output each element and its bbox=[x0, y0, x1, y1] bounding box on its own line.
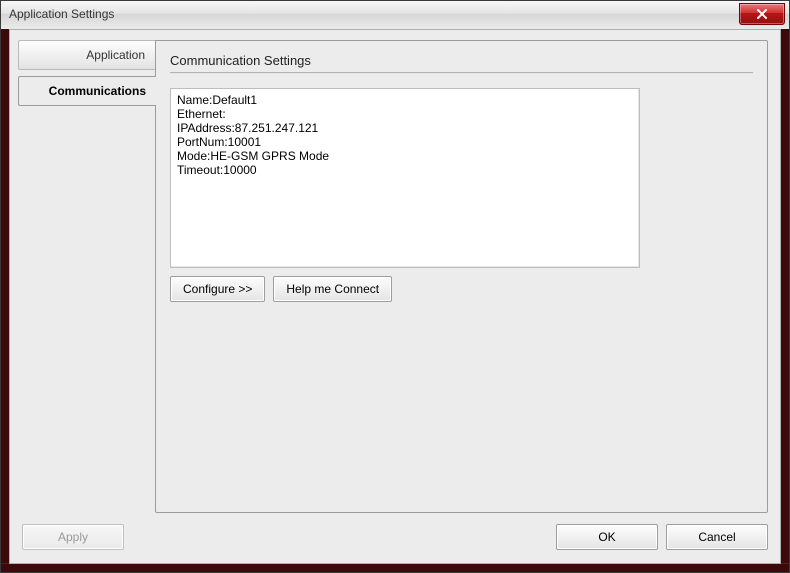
settings-page: Communication Settings Name:Default1 Eth… bbox=[155, 40, 768, 513]
button-label: Help me Connect bbox=[286, 282, 379, 296]
tab-label: Application bbox=[86, 48, 145, 62]
tab-label: Communications bbox=[49, 84, 146, 98]
heading-rule bbox=[170, 72, 753, 74]
configure-button[interactable]: Configure >> bbox=[170, 276, 265, 302]
help-me-connect-button[interactable]: Help me Connect bbox=[273, 276, 392, 302]
page-button-row: Configure >> Help me Connect bbox=[170, 276, 759, 302]
page-inner: Communication Settings Name:Default1 Eth… bbox=[164, 49, 759, 504]
title-bar: Application Settings bbox=[1, 1, 789, 30]
apply-button[interactable]: Apply bbox=[22, 524, 124, 550]
client-area: Application Communications Communication… bbox=[9, 29, 781, 564]
button-label: Cancel bbox=[698, 530, 735, 544]
close-icon bbox=[756, 9, 768, 19]
button-label: Configure >> bbox=[183, 282, 252, 296]
window-edge bbox=[1, 563, 789, 572]
app-settings-window: Application Settings Application Communi… bbox=[0, 0, 790, 573]
tabs-column: Application Communications bbox=[18, 40, 156, 106]
tab-communications[interactable]: Communications bbox=[18, 76, 156, 106]
tab-application[interactable]: Application bbox=[18, 40, 156, 70]
button-label: OK bbox=[598, 530, 615, 544]
window-edge bbox=[780, 29, 789, 572]
window-title: Application Settings bbox=[9, 7, 114, 21]
dialog-footer: Apply OK Cancel bbox=[22, 523, 768, 551]
button-label: Apply bbox=[58, 530, 88, 544]
close-button[interactable] bbox=[739, 3, 785, 25]
cancel-button[interactable]: Cancel bbox=[666, 524, 768, 550]
connection-info-box: Name:Default1 Ethernet: IPAddress:87.251… bbox=[170, 88, 640, 268]
page-heading: Communication Settings bbox=[170, 53, 759, 68]
ok-button[interactable]: OK bbox=[556, 524, 658, 550]
